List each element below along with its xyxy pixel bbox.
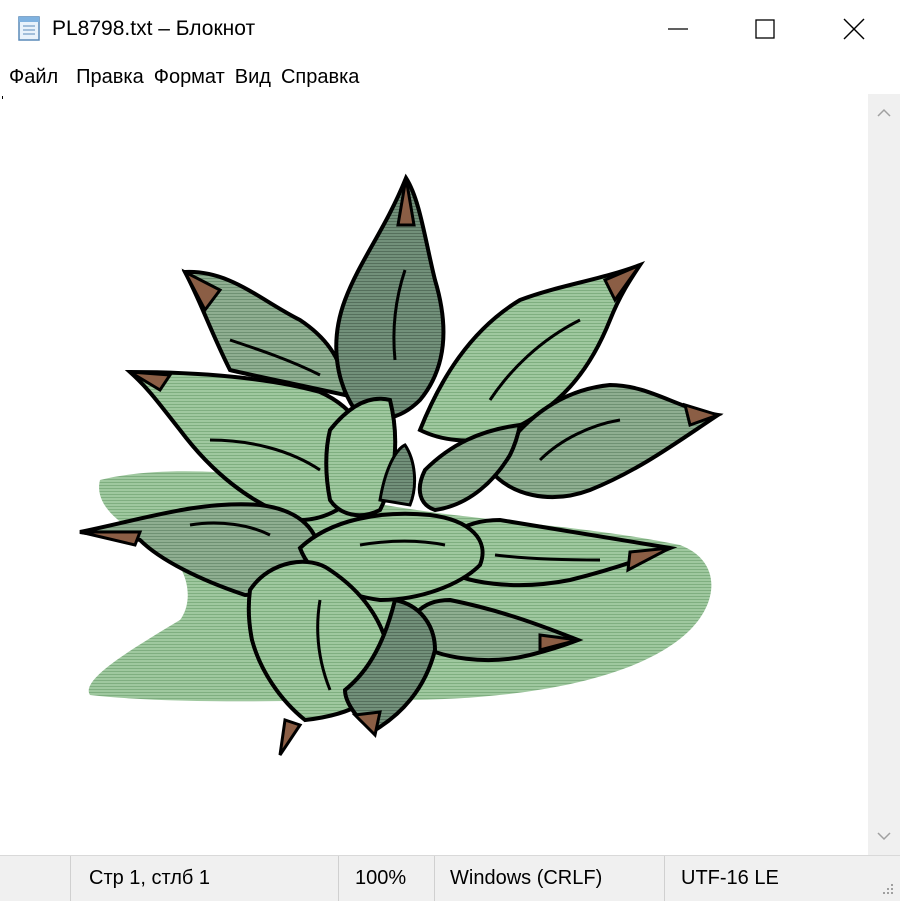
tip-bottom-left: [278, 718, 303, 756]
notepad-window: PL8798.txt – Блокнот Файл Правка Формат …: [0, 0, 900, 901]
menu-bar: Файл Правка Формат Вид Справка: [0, 62, 900, 92]
status-line-endings: Windows (CRLF): [434, 856, 680, 901]
menu-file[interactable]: Файл: [0, 62, 66, 92]
notepad-icon: [18, 16, 40, 41]
resize-grip-icon[interactable]: [880, 881, 894, 895]
scroll-up-icon: [877, 108, 891, 117]
menu-edit[interactable]: Правка: [76, 62, 144, 92]
maximize-icon: [755, 19, 775, 39]
status-bar: Стр 1, стлб 1 100% Windows (CRLF) UTF-16…: [0, 855, 900, 901]
menu-help[interactable]: Справка: [281, 62, 359, 92]
vertical-scrollbar[interactable]: [868, 94, 900, 855]
status-cursor-position: Стр 1, стлб 1: [70, 856, 357, 901]
minimize-icon: [668, 28, 688, 30]
title-bar[interactable]: PL8798.txt – Блокнот: [0, 0, 900, 58]
leaf-center-tall: [334, 173, 446, 421]
menu-view[interactable]: Вид: [235, 62, 271, 92]
scroll-up-button[interactable]: [868, 94, 900, 132]
tip-bottom-center: [351, 710, 382, 739]
window-title: PL8798.txt – Блокнот: [52, 17, 256, 40]
close-button[interactable]: [808, 0, 900, 58]
menu-format[interactable]: Формат: [154, 62, 225, 92]
close-icon: [843, 18, 865, 40]
text-caret: [2, 96, 3, 99]
maximize-button[interactable]: [719, 0, 811, 58]
tip-lower-left: [79, 530, 143, 547]
scroll-down-button[interactable]: [868, 817, 900, 855]
tip-right: [682, 402, 723, 427]
scroll-down-icon: [877, 832, 891, 841]
minimize-button[interactable]: [632, 0, 724, 58]
succulent-ascii-art: [79, 173, 724, 756]
text-editor-area[interactable]: [0, 94, 868, 855]
status-encoding: UTF-16 LE: [664, 856, 881, 901]
